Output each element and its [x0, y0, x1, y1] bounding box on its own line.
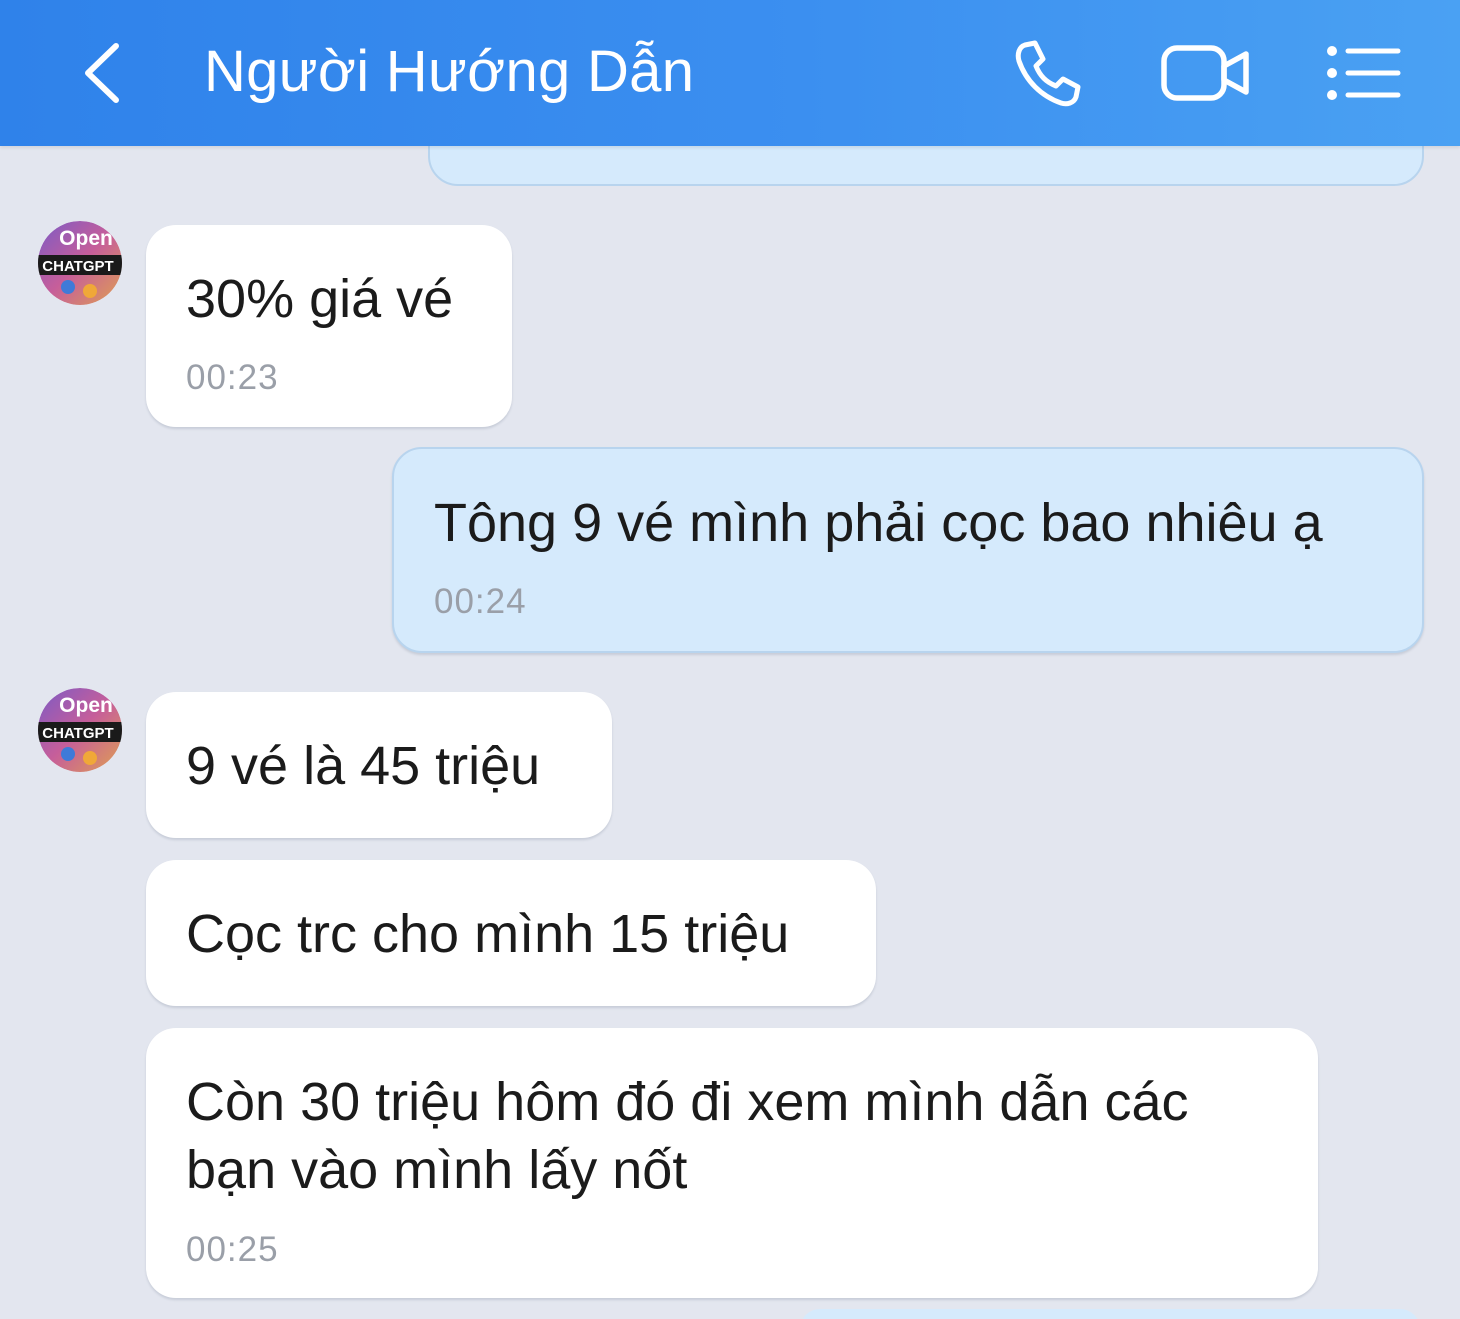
avatar[interactable]: Open CHATGPT — [38, 221, 122, 305]
message-text: 9 vé là 45 triệu — [186, 736, 541, 796]
back-button[interactable] — [62, 30, 142, 116]
message-bubble[interactable]: Tông 9 vé mình phải cọc bao nhiêu ạ 00:2… — [392, 447, 1424, 653]
message-text: Tông 9 vé mình phải cọc bao nhiêu ạ — [434, 493, 1323, 553]
message-time: 00:25 — [186, 1230, 279, 1269]
svg-text:Open: Open — [59, 694, 113, 717]
chat-header: Người Hướng Dẫn — [0, 0, 1460, 146]
message-text: 30% giá vé — [186, 269, 454, 329]
contact-name: Người Hướng Dẫn — [204, 39, 695, 104]
svg-text:CHATGPT: CHATGPT — [42, 725, 113, 742]
video-call-button[interactable] — [1156, 32, 1256, 114]
message-text: Cọc trc cho mình 15 triệu — [186, 904, 790, 964]
list-icon — [1327, 46, 1401, 100]
message-bubble[interactable]: Còn 30 triệu hôm đó đi xem mình dẫn các … — [146, 1028, 1318, 1298]
avatar[interactable]: Open CHATGPT — [38, 688, 122, 772]
svg-text:Open: Open — [59, 227, 113, 250]
message-bubble[interactable]: 9 vé là 45 triệu — [146, 692, 612, 838]
message-bubble-partial[interactable] — [800, 1309, 1420, 1319]
message-time: 00:23 — [186, 358, 279, 397]
message-time: 00:24 — [434, 582, 527, 621]
chevron-left-icon — [85, 43, 119, 103]
menu-button[interactable] — [1318, 32, 1410, 114]
svg-text:CHATGPT: CHATGPT — [42, 258, 113, 275]
video-camera-icon — [1161, 45, 1249, 101]
message-bubble[interactable]: 30% giá vé 00:23 — [146, 225, 512, 427]
call-button[interactable] — [1002, 32, 1092, 114]
message-bubble[interactable]: Cọc trc cho mình 15 triệu — [146, 860, 876, 1006]
message-bubble-partial[interactable] — [428, 146, 1424, 186]
message-text: Còn 30 triệu hôm đó đi xem mình dẫn các … — [186, 1072, 1189, 1200]
phone-icon — [1015, 40, 1081, 107]
message-list[interactable]: Open CHATGPT 30% giá vé 00:23 Tông 9 vé … — [0, 146, 1460, 1319]
